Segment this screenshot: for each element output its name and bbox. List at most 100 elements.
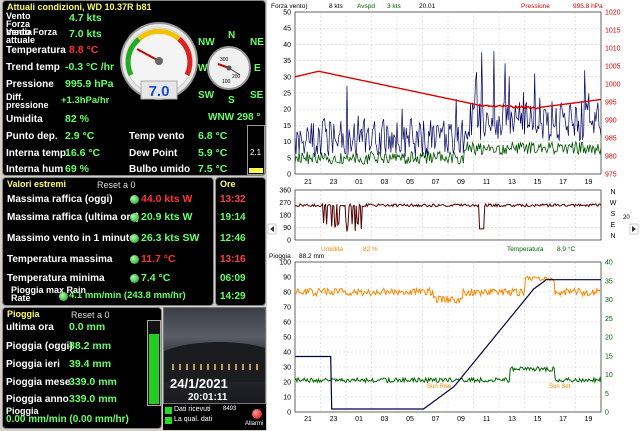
y-tick-label: 0 [287,410,291,417]
label-trend-temp: Trend temp [6,62,60,73]
value-bulbo-umido: 7.5 °C [198,163,228,175]
compass-w: W [198,63,208,74]
y-right-tick-label: 10 [605,372,613,379]
webcam-image[interactable]: 24/1/2021 20:01:11 [163,307,266,404]
top-x-axis: 21 23 01 03 05 07 09 11 13 15 17 19 [304,179,592,186]
y-right-tick-label: 980 [605,154,617,161]
label-umidita: Umidita [6,114,43,125]
compass-e: E [254,63,261,74]
label-vento-attuale: Vento Forza attuale [6,27,58,45]
small-gauge-tick-300: 300 [220,57,229,63]
led-icon [130,234,139,243]
dir-tick-label: 90 [283,225,291,232]
status-bar: Dati ricevuti 8493 La qual. dati Allarmi [163,404,266,430]
legend-avspd-value: 3 kts [387,3,401,10]
x-tick-label: 07 [432,416,440,423]
side-indicator-box: 2.1 [247,125,265,175]
x-tick-label: 07 [432,179,440,186]
graph-area: Forza vento) 8 kts Avspd 3 kts 20.01 Pre… [267,0,640,431]
led-green-icon [165,407,172,414]
dir-tick-label: 180 [279,213,291,220]
y-tick-label: 20 [283,380,291,387]
rain-reset-button[interactable]: Reset a 0 [71,310,110,320]
x-tick-label: 05 [406,179,414,186]
led-green-icon [165,417,172,424]
x-tick-label: 01 [355,416,363,423]
status-count: 8493 [223,406,237,412]
compass-s: S [228,95,235,106]
x-tick-label: 11 [483,179,490,186]
top-right-axis: 1020 1015 1010 1005 1000 995 990 985 980 975 [605,10,621,179]
y-right-tick-label: 15 [605,353,613,360]
label-pioggia-mese: Pioggia mese [6,377,71,388]
extremes-title: Valori estremi [7,179,67,189]
label-bulbo-umido: Bulbo umido [129,164,191,175]
x-tick-label: 03 [381,179,389,186]
side-indicator-value: 2.1 [250,148,262,157]
compass-nw: NW [198,37,215,48]
mid-legend-temperatura-value: 8.9 °C [557,245,575,253]
dir-letter: E [611,222,616,229]
dir-letter: S [611,211,616,218]
dir-plot-grid [295,190,601,240]
value-massima-raffica-ora: 20.9 kts W [141,211,193,223]
gauge-value: 7.0 [149,83,170,100]
x-tick-label: 03 [381,416,389,423]
legend-forza-vento-value: 8 kts [329,3,343,10]
x-tick-label: 17 [559,416,567,423]
rain-panel: Pioggia Reset a 0 ultima ora 0.0 mm Piog… [2,307,162,429]
time-temperatura-massima: 13:16 [220,254,246,265]
led-icon [130,195,139,204]
y-tick-label: 10 [283,139,291,146]
value-vento-attuale: 7.0 kts [69,28,102,40]
value-pioggia-oggi: 88.2 mm [69,340,112,352]
value-ultima-ora: 0.0 mm [69,321,106,333]
value-interna-hum: 69 % [65,163,89,175]
sun-rise-label: Sun Rise [427,384,452,390]
value-pioggia-anno: 339.0 mm [69,393,117,405]
webcam-time: 20:01:11 [188,392,228,403]
value-vento-media: 4.7 kts [69,12,102,24]
x-tick-label: 21 [304,416,312,423]
y-right-tick-label: 30 [605,297,613,304]
value-umidita: 82 % [65,113,89,125]
scroll-left-button[interactable] [267,223,277,235]
y-tick-label: 80 [283,290,291,297]
value-temperatura-massima: 11.7 °C [141,253,176,265]
scroll-right-button[interactable] [629,223,639,235]
sun-set-label: Sun Set [549,384,571,390]
y-right-tick-label: 25 [605,316,613,323]
ore-title: Ore [220,179,236,189]
led-icon [130,213,139,222]
alarm-icon[interactable] [252,409,262,419]
label-pioggia-anno: Pioggia anno [6,394,69,405]
y-tick-label: 25 [283,91,291,98]
extremes-reset-button[interactable]: Reset a 0 [97,180,136,190]
rain-level-bar [147,320,161,406]
x-tick-label: 17 [559,179,567,186]
status-dati-ricevuti: Dati ricevuti [174,406,211,413]
y-right-tick-label: 995 [605,100,617,107]
y-right-tick-label: 35 [605,278,613,285]
label-temp-vento: Temp vento [129,131,185,142]
wind-direction: WNW 298 ° [208,112,261,123]
dir-letter: N [610,233,615,240]
legend-pressione: Pressione [521,3,550,10]
time-massima-raffica-ora: 19:14 [220,212,246,223]
status-allarme[interactable]: Allarmi [245,421,263,427]
wind-speed-gauge: 7.0 [120,22,198,100]
led-icon [130,255,139,264]
value-massima-raffica-oggi: 44.0 kts W [141,193,193,205]
dir-letters-axis: NWSEN [610,189,617,240]
label-interna-hum: Interna hum [6,164,64,175]
y-right-tick-label: 1015 [605,28,621,35]
value-punto-dep: 2.9 °C [65,130,95,142]
dir-right-label: 20 [623,215,630,221]
label-pioggia-ieri: Pioggia ieri [6,359,60,370]
y-tick-label: 10 [283,395,291,402]
label-ultima-ora: ultima ora [6,322,54,333]
mid-legend-umidita: Umidita [321,246,343,253]
x-tick-label: 09 [457,179,465,186]
bot-x-axis: 21 23 01 03 05 07 09 11 13 15 17 19 [304,416,592,423]
bot-right-axis: 40 35 30 25 20 15 10 5 0 [605,260,613,417]
